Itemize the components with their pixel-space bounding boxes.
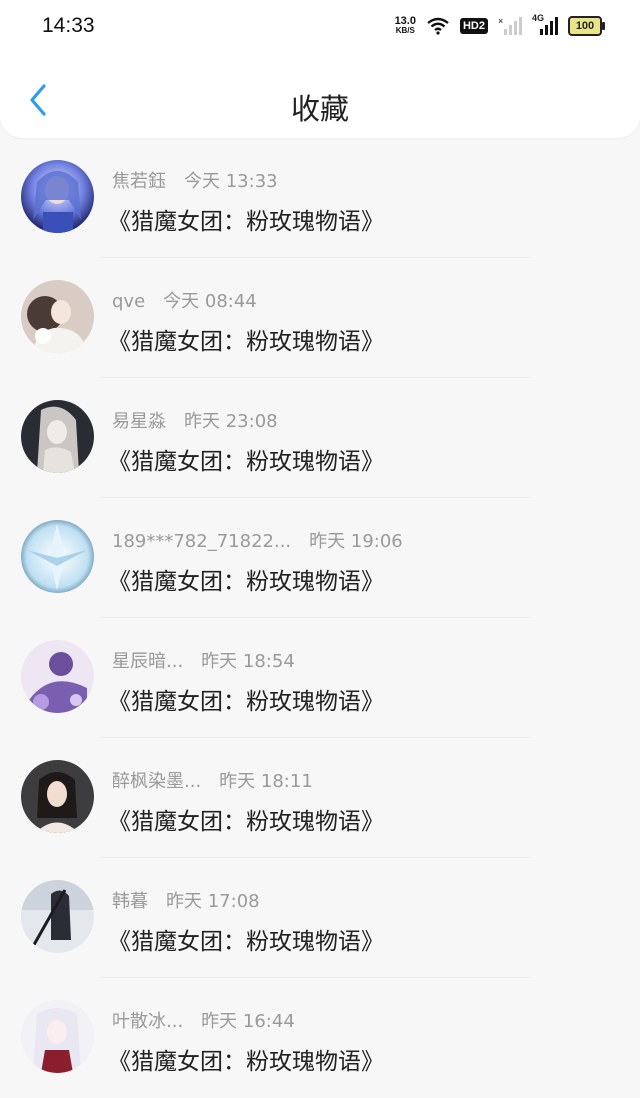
item-title[interactable]: 《猎魔女团：粉玫瑰物语》 — [108, 922, 384, 956]
item-meta: 189***782_71822... 昨天 19:06 — [112, 527, 403, 553]
user-name[interactable]: 韩暮 — [112, 891, 148, 912]
avatar[interactable] — [21, 1000, 94, 1073]
status-icons: 13.0 KB/S HD2 × 4G 100 — [395, 13, 605, 36]
item-meta: 叶散冰... 昨天 16:44 — [112, 1007, 295, 1033]
timestamp: 昨天 18:54 — [201, 651, 295, 672]
avatar[interactable] — [21, 880, 94, 953]
network-speed-unit: KB/S — [395, 26, 415, 35]
list-item[interactable]: 易星淼 昨天 23:08 《猎魔女团：粉玫瑰物语》 — [0, 378, 640, 498]
item-title[interactable]: 《猎魔女团：粉玫瑰物语》 — [108, 1042, 384, 1076]
favorites-list: 焦若鈺 今天 13:33 《猎魔女团：粉玫瑰物语》 qve 今天 08:44 《猎魔… — [0, 138, 640, 1098]
item-meta: 易星淼 昨天 23:08 — [112, 407, 278, 433]
item-title[interactable]: 《猎魔女团：粉玫瑰物语》 — [108, 682, 384, 716]
list-item[interactable]: 焦若鈺 今天 13:33 《猎魔女团：粉玫瑰物语》 — [0, 138, 640, 258]
list-item[interactable]: qve 今天 08:44 《猎魔女团：粉玫瑰物语》 — [0, 258, 640, 378]
item-meta: 韩暮 昨天 17:08 — [112, 887, 260, 913]
hd-badge: HD2 — [459, 18, 488, 34]
network-speed: 13.0 KB/S — [395, 16, 416, 36]
user-name[interactable]: 易星淼 — [112, 411, 166, 432]
status-time: 14:33 — [42, 14, 95, 37]
timestamp: 昨天 16:44 — [201, 1011, 295, 1032]
svg-text:×: × — [498, 17, 503, 26]
header-bar: 收藏 — [0, 56, 640, 138]
timestamp: 昨天 18:11 — [219, 771, 313, 792]
item-title[interactable]: 《猎魔女团：粉玫瑰物语》 — [108, 802, 384, 836]
avatar[interactable] — [21, 160, 94, 233]
avatar[interactable] — [21, 640, 94, 713]
avatar[interactable] — [21, 520, 94, 593]
signal-bars-icon — [540, 17, 558, 35]
user-name[interactable]: qve — [112, 291, 145, 312]
user-name[interactable]: 叶散冰... — [112, 1011, 183, 1032]
item-title[interactable]: 《猎魔女团：粉玫瑰物语》 — [108, 202, 384, 236]
timestamp: 今天 13:33 — [184, 171, 278, 192]
status-bar: 14:33 13.0 KB/S HD2 × 4G 100 — [0, 0, 640, 56]
user-name[interactable]: 焦若鈺 — [112, 171, 166, 192]
avatar[interactable] — [21, 280, 94, 353]
item-title[interactable]: 《猎魔女团：粉玫瑰物语》 — [108, 322, 384, 356]
timestamp: 昨天 19:06 — [309, 531, 403, 552]
item-title[interactable]: 《猎魔女团：粉玫瑰物语》 — [108, 442, 384, 476]
item-meta: 星辰暗... 昨天 18:54 — [112, 647, 295, 673]
timestamp: 昨天 23:08 — [184, 411, 278, 432]
page-title: 收藏 — [290, 92, 349, 126]
item-title[interactable]: 《猎魔女团：粉玫瑰物语》 — [108, 562, 384, 596]
signal-off-icon: × — [498, 17, 522, 35]
timestamp: 昨天 17:08 — [166, 891, 260, 912]
item-meta: 焦若鈺 今天 13:33 — [112, 167, 278, 193]
user-name[interactable]: 189***782_71822... — [112, 531, 291, 552]
user-name[interactable]: 星辰暗... — [112, 651, 183, 672]
user-name[interactable]: 醉枫染墨... — [112, 771, 201, 792]
wifi-icon — [427, 17, 449, 35]
avatar[interactable] — [21, 760, 94, 833]
list-item[interactable]: 189***782_71822... 昨天 19:06 《猎魔女团：粉玫瑰物语》 — [0, 498, 640, 618]
cellular-signal: 4G — [532, 13, 558, 35]
avatar[interactable] — [21, 400, 94, 473]
list-item[interactable]: 叶散冰... 昨天 16:44 《猎魔女团：粉玫瑰物语》 — [0, 978, 640, 1098]
list-item[interactable]: 醉枫染墨... 昨天 18:11 《猎魔女团：粉玫瑰物语》 — [0, 738, 640, 858]
list-item[interactable]: 星辰暗... 昨天 18:54 《猎魔女团：粉玫瑰物语》 — [0, 618, 640, 738]
battery-icon: 100 — [568, 16, 605, 36]
item-meta: qve 今天 08:44 — [112, 287, 257, 313]
item-meta: 醉枫染墨... 昨天 18:11 — [112, 767, 313, 793]
timestamp: 今天 08:44 — [163, 291, 257, 312]
list-item[interactable]: 韩暮 昨天 17:08 《猎魔女团：粉玫瑰物语》 — [0, 858, 640, 978]
